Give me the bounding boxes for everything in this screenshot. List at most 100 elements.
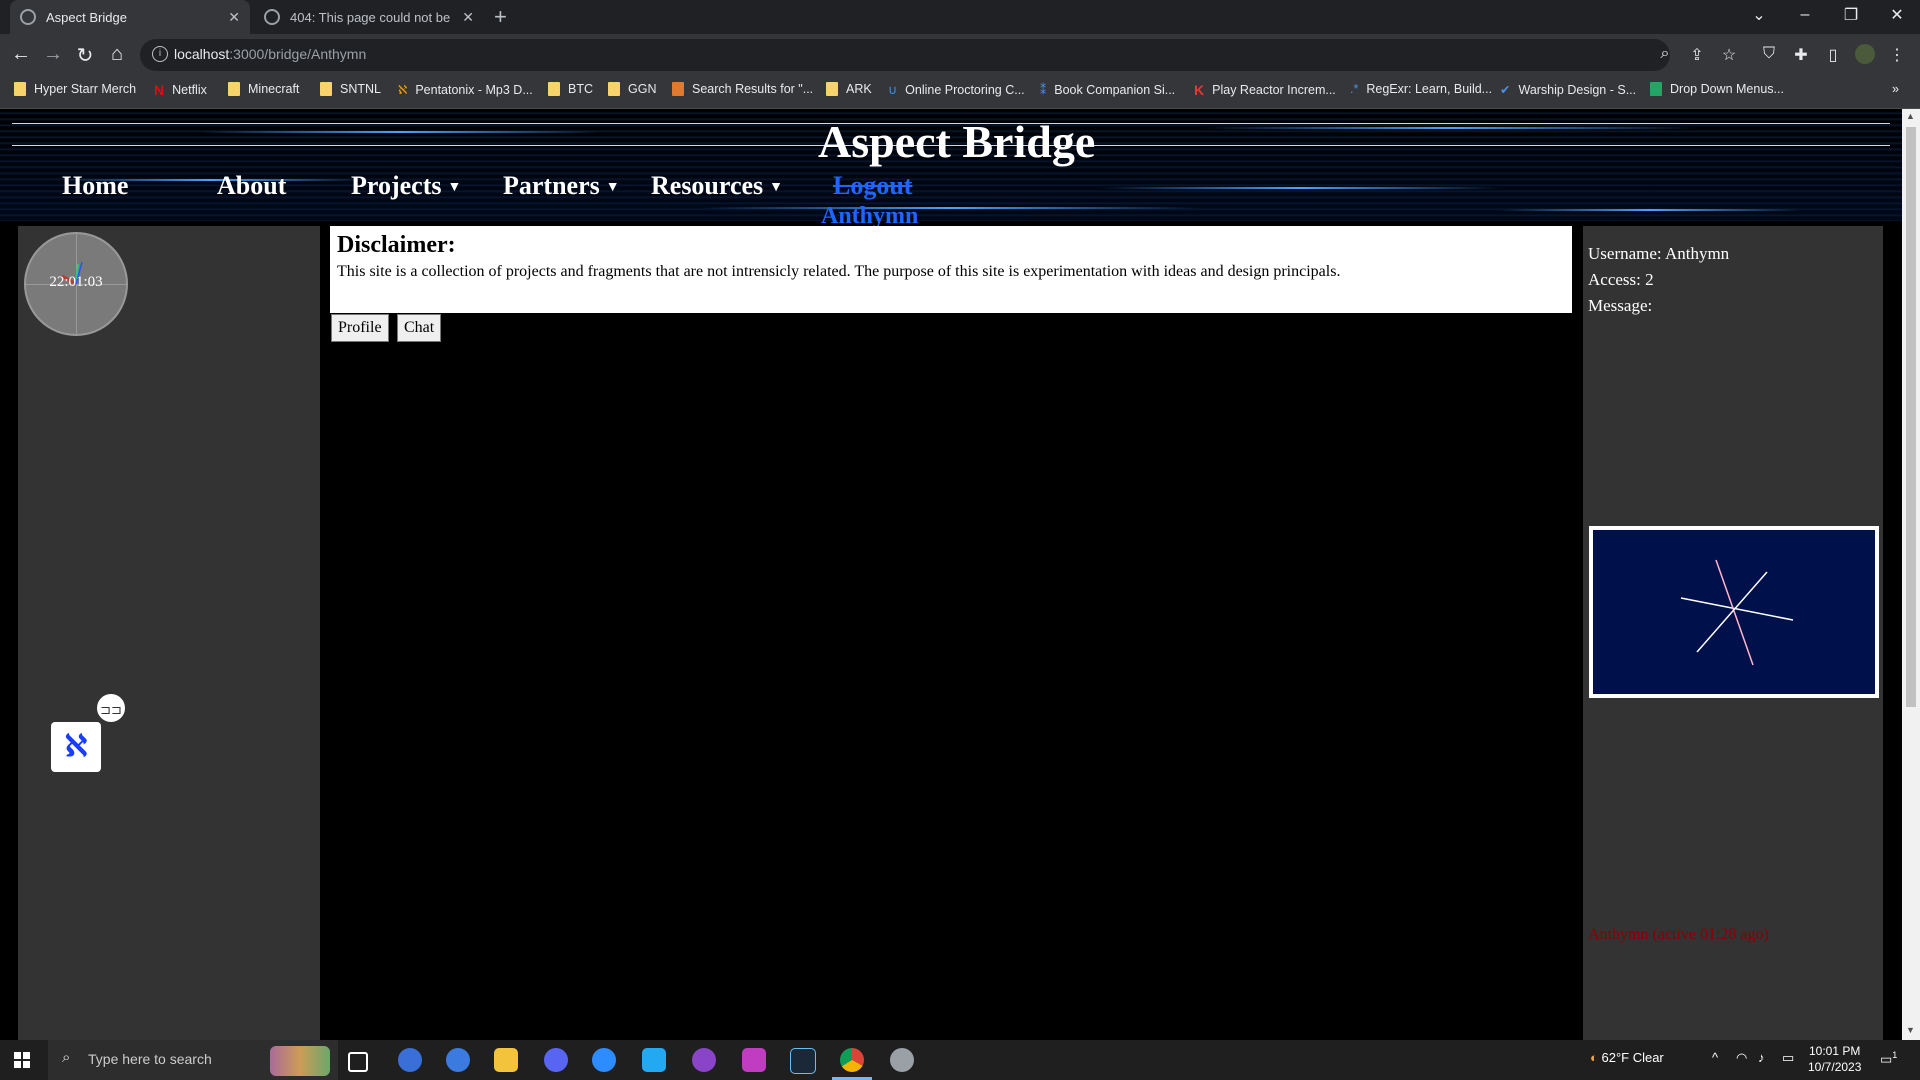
banner-streak [700, 207, 1200, 209]
bookmark-play-reactor[interactable]: K Play Reactor Increm... [1194, 82, 1336, 98]
folder-icon [608, 82, 620, 96]
task-view-icon[interactable] [348, 1052, 368, 1072]
bookmark-label: Play Reactor Increm... [1212, 83, 1336, 97]
profile-avatar[interactable] [1855, 44, 1875, 64]
battery-icon[interactable]: ▭ [1782, 1050, 1794, 1066]
bookmark-hyper-starr-merch[interactable]: Hyper Starr Merch [14, 82, 136, 96]
home-icon[interactable]: ⌂ [105, 43, 129, 66]
scroll-up-icon[interactable]: ▲ [1906, 111, 1915, 121]
scrollbar-thumb[interactable] [1906, 127, 1916, 707]
minimize-button[interactable]: – [1782, 0, 1828, 30]
url-text: localhost:3000/bridge/Anthymn [174, 46, 366, 62]
github-desktop-icon[interactable] [692, 1048, 716, 1072]
browser-tab-active[interactable]: Aspect Bridge ✕ [10, 0, 250, 34]
windows-start-icon[interactable] [14, 1052, 30, 1068]
app-icon-2[interactable] [446, 1048, 470, 1072]
bookmark-label: Pentatonix - Mp3 D... [415, 82, 533, 97]
bookmark-regexr[interactable]: .* RegExr: Learn, Build... [1350, 82, 1492, 96]
close-window-button[interactable]: ✕ [1874, 0, 1920, 30]
globe-icon [264, 9, 280, 25]
close-tab-icon[interactable]: ✕ [462, 9, 474, 26]
bookmark-label: Online Proctoring C... [905, 82, 1025, 97]
chat-button[interactable]: Chat [397, 314, 442, 342]
app-icon-1[interactable] [398, 1048, 422, 1072]
browser-tab[interactable]: 404: This page could not be fou ✕ [254, 0, 484, 34]
address-bar[interactable]: i localhost:3000/bridge/Anthymn [140, 39, 1670, 71]
new-tab-button[interactable]: + [494, 4, 507, 30]
bookmark-search-results[interactable]: Search Results for "... [672, 82, 813, 96]
search-highlight-image [270, 1046, 330, 1076]
more-bookmarks-icon[interactable]: » [1892, 82, 1899, 96]
menu-icon[interactable]: ⋮ [1887, 45, 1907, 65]
taskbar-clock[interactable]: 10:01 PM 10/7/2023 [1808, 1043, 1861, 1075]
zoom-app-icon[interactable] [592, 1048, 616, 1072]
share-icon[interactable]: ⇪ [1687, 45, 1707, 65]
nav-home[interactable]: Home [62, 171, 128, 201]
page-scrollbar[interactable]: ▲ ▼ [1902, 109, 1920, 1040]
rotating-lines-canvas [1589, 526, 1879, 698]
clock-time: 22:01:03 [49, 274, 103, 290]
zoom-icon[interactable]: ⌕ [1655, 45, 1675, 63]
tray-chevron-icon[interactable]: ^ [1712, 1050, 1718, 1065]
bookmark-book-companion[interactable]: ⁑ Book Companion Si... [1040, 82, 1175, 98]
bookmark-ark[interactable]: ARK [826, 82, 872, 96]
bookmark-pentatonix[interactable]: ℵ Pentatonix - Mp3 D... [398, 82, 533, 98]
side-panel-icon[interactable]: ▯ [1823, 45, 1843, 65]
bookmark-sntnl[interactable]: SNTNL [320, 82, 381, 96]
url-host: localhost [174, 46, 230, 62]
nav-partners[interactable]: Partners ▼ [503, 171, 620, 201]
vscode-icon[interactable] [642, 1048, 666, 1072]
folder-icon [548, 82, 560, 96]
nav-partners-label: Partners [503, 171, 600, 200]
taskbar-search[interactable]: ⌕ Type here to search [48, 1040, 338, 1080]
discord-icon[interactable] [544, 1048, 568, 1072]
book-icon: ⁑ [1040, 83, 1047, 97]
nav-about[interactable]: About [217, 171, 286, 201]
chrome-icon[interactable] [840, 1048, 864, 1072]
bookmark-online-proctoring[interactable]: ∪ Online Proctoring C... [888, 82, 1025, 98]
back-icon[interactable]: ← [9, 43, 33, 66]
restore-button[interactable]: ❐ [1828, 0, 1874, 30]
profile-button[interactable]: Profile [331, 314, 389, 342]
scroll-down-icon[interactable]: ▼ [1906, 1025, 1915, 1035]
app-icon-3[interactable] [890, 1048, 914, 1072]
bookmark-label: Netflix [172, 83, 207, 97]
volume-icon[interactable]: ♪ [1758, 1050, 1765, 1065]
bookmark-star-icon[interactable]: ☆ [1719, 45, 1739, 65]
extensions-icon[interactable]: ✚ [1791, 45, 1811, 65]
bookmarks-bar: Hyper Starr Merch N Netflix Minecraft SNT… [0, 76, 1920, 109]
shield-extension-icon[interactable]: ⛉ [1759, 45, 1779, 63]
close-tab-icon[interactable]: ✕ [228, 9, 240, 26]
bookmark-minecraft[interactable]: Minecraft [228, 82, 299, 96]
url-path: :3000/bridge/Anthymn [229, 46, 367, 62]
nav-resources[interactable]: Resources ▼ [651, 171, 783, 201]
site-info-icon[interactable]: i [152, 46, 168, 62]
reload-icon[interactable]: ↻ [73, 43, 97, 68]
file-explorer-icon[interactable] [494, 1048, 518, 1072]
bookmark-netflix[interactable]: N Netflix [154, 82, 207, 98]
nav-projects[interactable]: Projects ▼ [351, 171, 461, 201]
regexr-icon: .* [1350, 82, 1359, 96]
access-label: Access: 2 [1588, 270, 1654, 289]
nav-logout[interactable]: Logout [833, 171, 912, 201]
tab-search-icon[interactable]: ⌄ [1736, 0, 1782, 30]
intellij-icon[interactable] [742, 1048, 766, 1072]
steam-icon[interactable] [790, 1048, 816, 1074]
aleph-badge[interactable]: ⊐⊐ [95, 692, 127, 724]
weather-widget[interactable]: ◐ 62°F Clear [1590, 1050, 1664, 1065]
disclaimer-panel: Disclaimer: This site is a collection of… [330, 226, 1572, 313]
taskbar-time: 10:01 PM [1809, 1044, 1861, 1058]
banner-streak [1500, 209, 1800, 211]
network-icon[interactable]: ◠ [1736, 1050, 1747, 1066]
weather-text: 62°F Clear [1601, 1050, 1664, 1065]
aleph-widget[interactable]: ℵ [51, 722, 101, 772]
bookmark-btc[interactable]: BTC [548, 82, 593, 96]
warship-icon: ✔ [1500, 83, 1511, 97]
bookmark-warship-design[interactable]: ✔ Warship Design - S... [1500, 82, 1636, 98]
canvas-area [1593, 530, 1875, 694]
bookmark-label: ARK [846, 82, 872, 96]
bookmark-ggn[interactable]: GGN [608, 82, 656, 96]
notification-icon[interactable]: ▭1 [1880, 1050, 1897, 1067]
bookmark-drop-down-menus[interactable]: Drop Down Menus... [1650, 82, 1784, 96]
forward-icon[interactable]: → [41, 43, 65, 66]
